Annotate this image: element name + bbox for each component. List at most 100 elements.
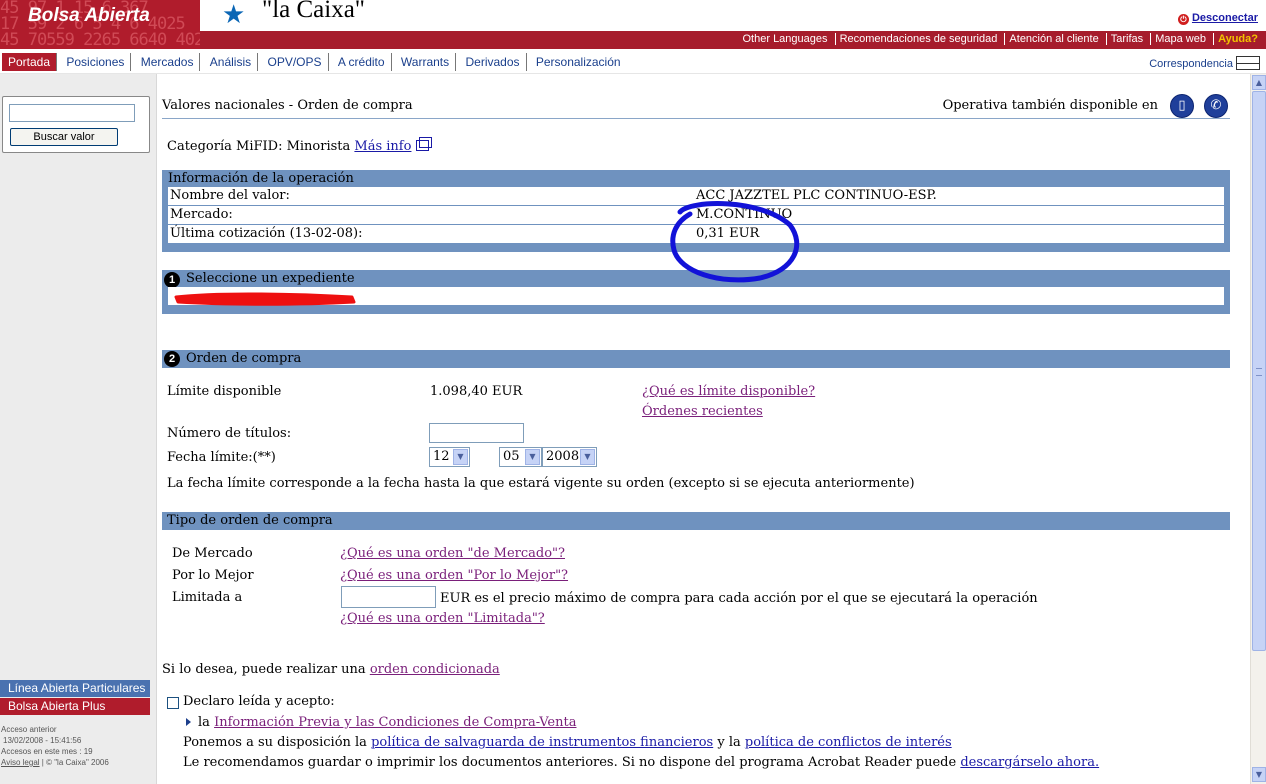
nav-analisis[interactable]: Análisis — [204, 53, 259, 71]
table-row: Nombre del valor: ACC JAZZTEL PLC CONTIN… — [168, 187, 1224, 206]
bullet-arrow-icon — [186, 718, 191, 726]
nav-derivados[interactable]: Derivados — [459, 53, 527, 71]
sidebar-link-bolsa-plus[interactable]: Bolsa Abierta Plus — [0, 698, 150, 715]
expediente-panel: 1 Seleccione un expediente — [162, 270, 1230, 314]
table-row: Última cotización (13-02-08): 0,31 EUR — [168, 225, 1224, 244]
limitada-price-input[interactable] — [341, 586, 436, 608]
sidebar-link-linea-abierta[interactable]: Línea Abierta Particulares — [0, 680, 150, 697]
fecha-year-select[interactable]: 2008 ▼ — [542, 447, 597, 467]
table-row: Mercado: M.CONTINUO — [168, 206, 1224, 225]
search-input[interactable] — [9, 104, 135, 122]
info-previa-link[interactable]: Información Previa y las Condiciones de … — [214, 715, 576, 730]
limitada-label: Limitada a — [172, 590, 243, 605]
operation-info-header: Información de la operación — [168, 171, 354, 186]
condicionada-text: Si lo desea, puede realizar una — [162, 662, 366, 677]
que-es-mejor-link[interactable]: ¿Qué es una orden "Por lo Mejor"? — [340, 568, 568, 583]
step-number-badge: 1 — [164, 272, 180, 288]
page-title: Valores nacionales - Orden de compra — [162, 98, 413, 113]
topbar-tarifas[interactable]: Tarifas — [1105, 33, 1148, 45]
brand-title: Bolsa Abierta — [28, 5, 150, 26]
topbar-atencion[interactable]: Atención al cliente — [1004, 33, 1103, 45]
fecha-day-select[interactable]: 12 ▼ — [429, 447, 470, 467]
main-navigation: Portada Posiciones Mercados Análisis OPV… — [0, 51, 1266, 74]
access-label: Acceso anterior — [1, 725, 57, 734]
search-box: Buscar valor — [2, 96, 150, 153]
logout[interactable]: ⏻ Desconectar — [1177, 12, 1258, 25]
mifid-label: Categoría MiFID: Minorista — [167, 139, 351, 154]
expediente-row[interactable] — [168, 287, 1224, 306]
scroll-up-icon[interactable]: ▲ — [1252, 75, 1266, 90]
ponemos-text: Ponemos a su disposición la — [183, 735, 367, 750]
que-es-mercado-link[interactable]: ¿Qué es una orden "de Mercado"? — [340, 546, 565, 561]
nav-mercados[interactable]: Mercados — [135, 53, 201, 71]
condicionada-line: Si lo desea, puede realizar una orden co… — [162, 662, 500, 677]
logo-text: "la Caixa" — [262, 0, 366, 23]
fecha-month-value: 05 — [503, 449, 520, 464]
mas-info-link[interactable]: Más info — [354, 139, 411, 154]
topbar-recomendaciones[interactable]: Recomendaciones de seguridad — [834, 33, 1002, 45]
orden-compra-title: Orden de compra — [186, 351, 302, 366]
vertical-scrollbar[interactable]: ▲ ▼ — [1250, 74, 1266, 784]
nav-opv-ops[interactable]: OPV/OPS — [261, 53, 329, 71]
scroll-down-icon[interactable]: ▼ — [1252, 767, 1266, 782]
power-icon[interactable]: ⏻ — [1177, 14, 1189, 25]
star-logo-icon: ★ — [222, 0, 246, 30]
nav-portada[interactable]: Portada — [2, 53, 58, 71]
mobile-icon[interactable]: ▯ — [1170, 94, 1194, 118]
ordenes-recientes-link[interactable]: Órdenes recientes — [642, 404, 763, 419]
mercado-label: De Mercado — [172, 546, 253, 561]
fecha-year-value: 2008 — [546, 449, 580, 464]
chevron-down-icon[interactable]: ▼ — [580, 449, 595, 465]
salvaguarda-link[interactable]: política de salvaguarda de instrumentos … — [371, 735, 713, 750]
info-previa-line: la Información Previa y las Condiciones … — [198, 715, 576, 730]
correspondencia-label[interactable]: Correspondencia — [1149, 58, 1233, 70]
orden-compra-header: 2 Orden de compra — [162, 350, 1230, 368]
nav-a-credito[interactable]: A crédito — [332, 53, 392, 71]
logout-link[interactable]: Desconectar — [1192, 12, 1258, 24]
mifid-category: Categoría MiFID: Minorista Más info — [167, 137, 433, 154]
conflictos-link[interactable]: política de conflictos de interés — [745, 735, 952, 750]
left-sidebar: Buscar valor Línea Abierta Particulares … — [0, 74, 157, 784]
declaro-checkbox[interactable] — [167, 697, 179, 709]
fecha-label: Fecha límite:(**) — [167, 450, 276, 465]
nav-posiciones[interactable]: Posiciones — [60, 53, 132, 71]
step-number-badge: 2 — [164, 351, 180, 367]
envelope-icon[interactable] — [1236, 56, 1260, 70]
buscar-valor-button[interactable]: Buscar valor — [10, 128, 118, 146]
limite-label: Límite disponible — [167, 384, 282, 399]
access-info: Acceso anterior 13/02/2008 - 15:41:56 Ac… — [1, 724, 109, 768]
expediente-header: Seleccione un expediente — [186, 271, 355, 286]
limitada-note: EUR es el precio máximo de compra para c… — [440, 591, 1038, 606]
chevron-down-icon[interactable]: ▼ — [453, 449, 468, 465]
aviso-legal-link[interactable]: Aviso legal — [1, 758, 40, 767]
topbar-other-languages[interactable]: Other Languages — [739, 33, 832, 45]
row-label: Última cotización (13-02-08): — [170, 226, 363, 241]
scroll-thumb[interactable] — [1252, 91, 1266, 651]
topbar-mapa-web[interactable]: Mapa web — [1150, 33, 1210, 45]
nav-personalizacion[interactable]: Personalización — [530, 53, 627, 71]
chevron-down-icon[interactable]: ▼ — [525, 449, 540, 465]
la-text: la — [198, 715, 210, 730]
que-es-limitada-link[interactable]: ¿Qué es una orden "Limitada"? — [340, 611, 545, 626]
row-value: M.CONTINUO — [696, 207, 793, 222]
nav-warrants[interactable]: Warrants — [395, 53, 457, 71]
top-utility-bar: Other Languages Recomendaciones de segur… — [200, 31, 1266, 49]
ponemos-line: Ponemos a su disposición la política de … — [183, 735, 952, 750]
declaro-label: Declaro leída y acepto: — [183, 694, 335, 709]
tipo-orden-header: Tipo de orden de compra — [162, 512, 1230, 530]
fecha-month-select[interactable]: 05 ▼ — [499, 447, 542, 467]
descargar-link[interactable]: descargárselo ahora. — [960, 755, 1099, 770]
main-content: Valores nacionales - Orden de compra Ope… — [162, 74, 1230, 784]
access-month-count: Accesos en este mes : 19 — [1, 747, 93, 756]
orden-condicionada-link[interactable]: orden condicionada — [370, 662, 500, 677]
row-label: Mercado: — [170, 207, 233, 222]
new-window-icon[interactable] — [416, 137, 433, 151]
brand-banner: 45 97 1 15 6 367 17 59 2 6 5 4 6 4025 45… — [0, 0, 200, 49]
que-es-limite-link[interactable]: ¿Qué es límite disponible? — [642, 384, 815, 399]
topbar-ayuda[interactable]: Ayuda? — [1213, 33, 1262, 45]
y-la-text: y la — [717, 735, 741, 750]
correspondencia[interactable]: Correspondencia — [1149, 56, 1260, 70]
numero-titulos-input[interactable] — [429, 423, 524, 443]
phone-icon[interactable]: ✆ — [1204, 94, 1228, 118]
fecha-day-value: 12 — [433, 449, 450, 464]
